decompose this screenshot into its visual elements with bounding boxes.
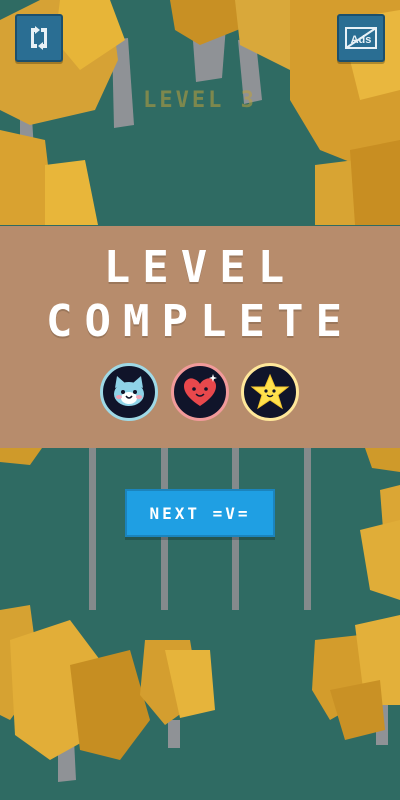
no-ads-icon: Ads — [345, 27, 377, 49]
restart-button[interactable] — [15, 14, 63, 62]
level-complete-panel: LEVEL COMPLETE — [0, 226, 400, 448]
heart-face-icon — [184, 374, 217, 406]
no-ads-label: Ads — [351, 34, 372, 46]
panel-title-line-1: LEVEL — [103, 242, 297, 293]
no-ads-button[interactable]: Ads — [337, 14, 385, 62]
level-label: LEVEL 3 — [143, 88, 257, 113]
cat-face-icon — [114, 376, 144, 406]
badge-heart — [171, 363, 229, 421]
badge-cat — [100, 363, 158, 421]
panel-title-line-2: COMPLETE — [46, 296, 354, 347]
star-icon — [250, 373, 290, 410]
restart-arrows-icon — [31, 26, 47, 50]
next-level-button[interactable]: NEXT =V= — [125, 489, 275, 537]
badge-star — [241, 363, 299, 421]
